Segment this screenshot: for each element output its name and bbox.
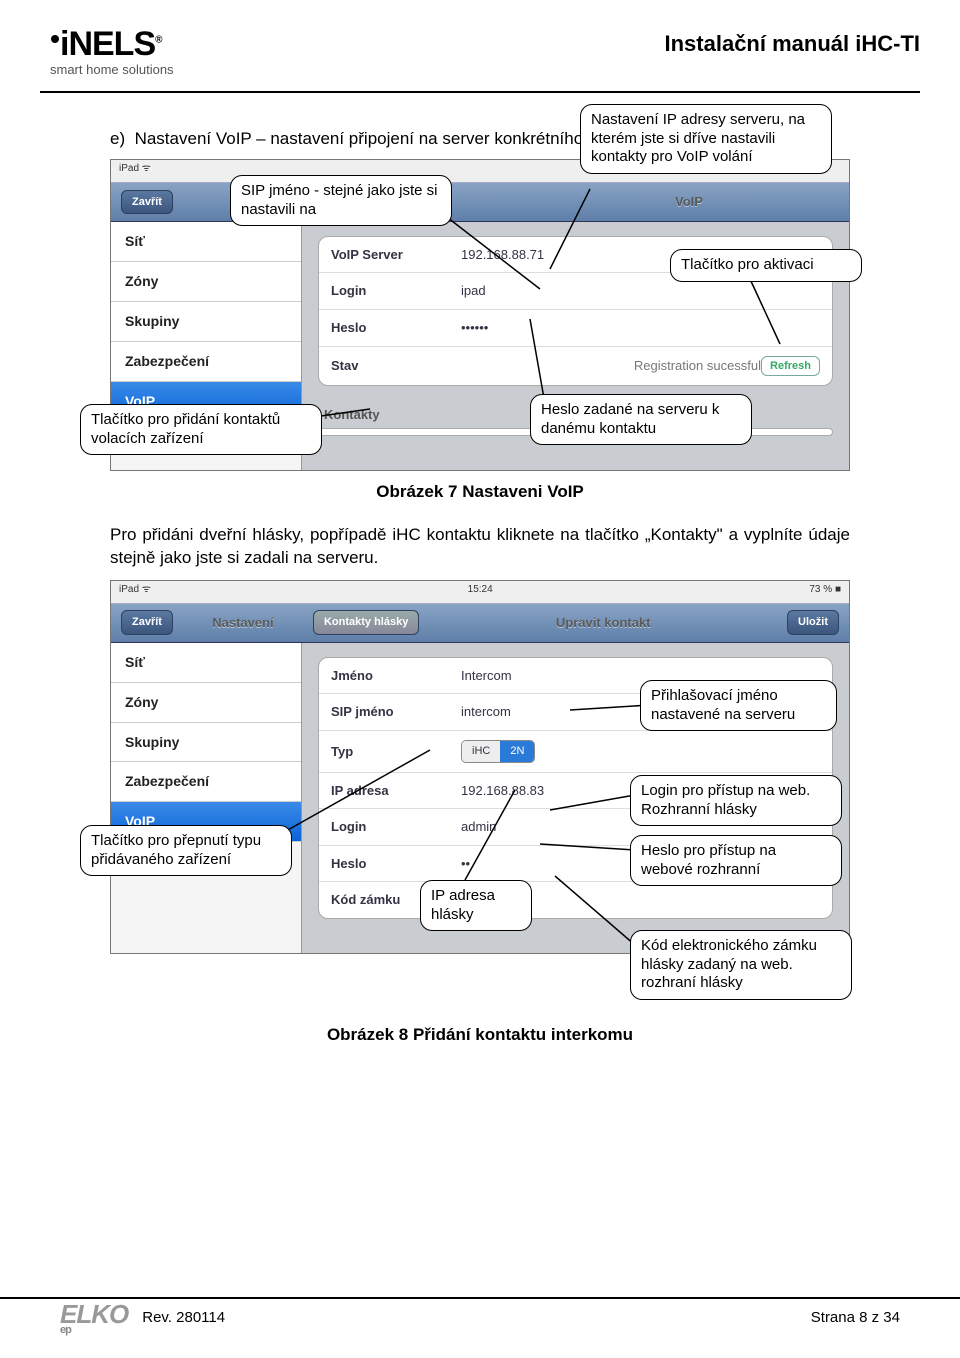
close-button[interactable]: Zavřít (121, 610, 173, 635)
label-login: Login (331, 282, 461, 300)
sidebar-item-sit[interactable]: Síť (111, 643, 301, 683)
sidebar-item-zabezpeceni[interactable]: Zabezpečení (111, 762, 301, 802)
close-button[interactable]: Zavřít (121, 190, 173, 215)
sidebar-item-zony[interactable]: Zóny (111, 262, 301, 302)
sidebar: Síť Zóny Skupiny Zabezpečení VoIP (111, 643, 302, 953)
label-jmeno: Jméno (331, 667, 461, 685)
label-stav: Stav (331, 357, 461, 375)
page-header: iNELS® smart home solutions Instalační m… (0, 0, 960, 85)
type-segmented-control[interactable]: iHC2N (461, 740, 535, 763)
callout-sip: SIP jméno - stejné jako jste si nastavil… (230, 175, 452, 227)
panel-title: Upravit kontakt (419, 614, 787, 632)
save-button[interactable]: Uložit (787, 610, 839, 635)
document-title: Instalační manuál iHC-TI (665, 31, 921, 57)
callout-server-password: Heslo zadané na serveru k danému kontakt… (530, 394, 752, 446)
page-number: Strana 8 z 34 (811, 1309, 900, 1326)
elko-logo: ELKOep (60, 1299, 128, 1336)
brand-logo: iNELS® smart home solutions (50, 25, 174, 77)
label-heslo: Heslo (331, 319, 461, 337)
callout-switch-type: Tlačítko pro přepnutí typu přidávaného z… (80, 825, 292, 877)
callout-login-web: Login pro přístup na web. Rozhranní hlás… (630, 775, 842, 827)
sidebar-item-zabezpeceni[interactable]: Zabezpečení (111, 342, 301, 382)
callout-add-contact: Tlačítko pro přidání kontaktů volacích z… (80, 404, 322, 456)
sidebar-item-skupiny[interactable]: Skupiny (111, 723, 301, 763)
label-heslo: Heslo (331, 855, 461, 873)
panel-title: VoIP (539, 193, 839, 211)
label-voip-server: VoIP Server (331, 246, 461, 264)
refresh-button[interactable]: Refresh (761, 356, 820, 377)
sidebar-item-sit[interactable]: Síť (111, 222, 301, 262)
paragraph-instructions: Pro přidáni dveřní hlásky, popřípadě iHC… (110, 524, 850, 570)
callout-heslo-web: Heslo pro přístup na webové rozhranní (630, 835, 842, 887)
ios-toolbar: Zavřít Nastavení VoIP (111, 182, 849, 222)
back-button[interactable]: Kontakty hlásky (313, 610, 419, 635)
revision-text: Rev. 280114 (142, 1309, 225, 1326)
label-sip-jmeno: SIP jméno (331, 703, 461, 721)
callout-lock-code: Kód elektronického zámku hlásky zadaný n… (630, 930, 852, 1000)
callout-login-name: Přihlašovací jméno nastavené na serveru (640, 680, 837, 732)
ios-statusbar: iPad ᯤ15:2473 % ■ (111, 581, 849, 603)
value-heslo[interactable]: •••••• (461, 319, 820, 337)
page-footer: ELKOep Rev. 280114 Strana 8 z 34 (0, 1297, 960, 1336)
brand-name: iNELS® (50, 25, 174, 64)
label-ip-adresa: IP adresa (331, 782, 461, 800)
value-stav: Registration sucessful (461, 357, 761, 375)
callout-ip-hlasky: IP adresa hlásky (420, 880, 532, 932)
figure-caption-7: Obrázek 7 Nastaveni VoIP (110, 481, 850, 504)
sidebar-item-zony[interactable]: Zóny (111, 683, 301, 723)
brand-tagline: smart home solutions (50, 62, 174, 77)
ios-toolbar: Zavřít Nastavení Kontakty hlásky Upravit… (111, 603, 849, 643)
sidebar-item-skupiny[interactable]: Skupiny (111, 302, 301, 342)
label-typ: Typ (331, 743, 461, 761)
figure-caption-8: Obrázek 8 Přidání kontaktu interkomu (110, 1024, 850, 1047)
toolbar-title: Nastavení (173, 614, 313, 632)
value-login[interactable]: ipad (461, 282, 820, 300)
label-login: Login (331, 818, 461, 836)
callout-activate: Tlačítko pro aktivaci (670, 249, 862, 282)
callout-ip: Nastavení IP adresy serveru, na kterém j… (580, 104, 832, 174)
